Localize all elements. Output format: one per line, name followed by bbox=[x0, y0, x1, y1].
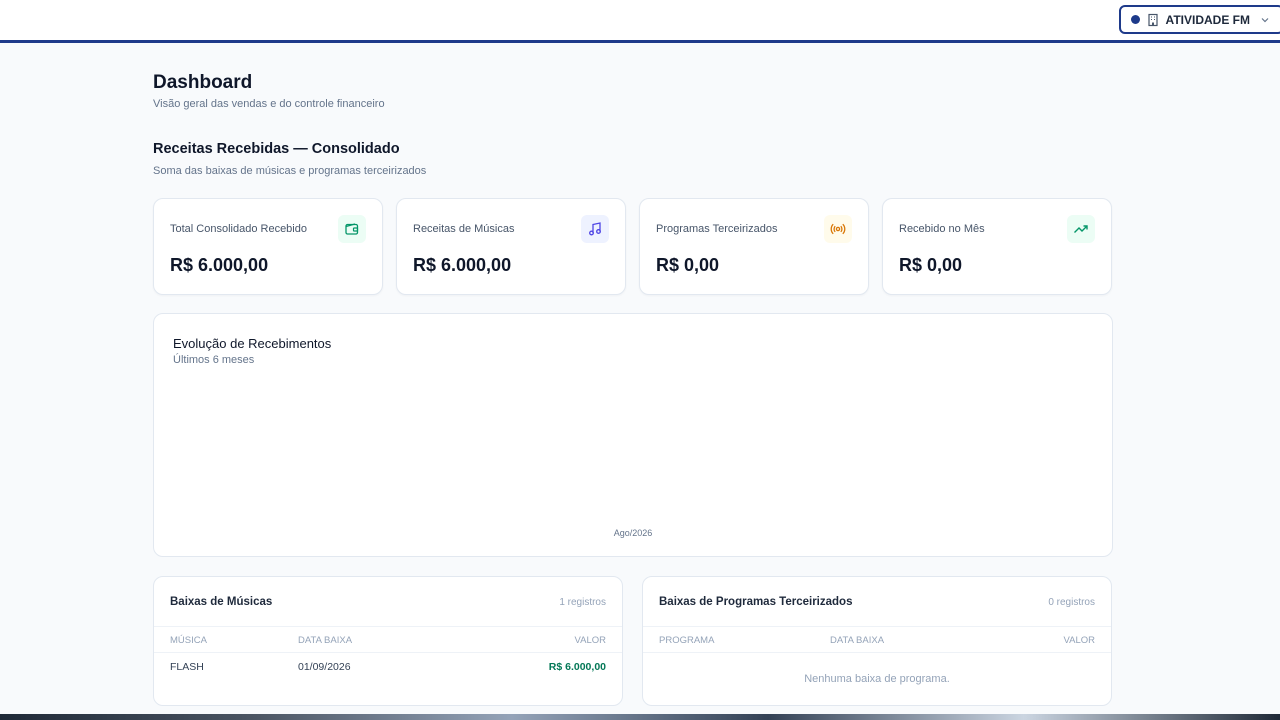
kpi-label: Receitas de Músicas bbox=[413, 223, 515, 235]
broadcast-icon bbox=[824, 215, 852, 243]
kpi-card-programs: Programas Terceirizados R$ 0,00 bbox=[639, 198, 869, 295]
status-dot-icon bbox=[1130, 15, 1140, 24]
kpi-value: R$ 0,00 bbox=[656, 255, 720, 275]
building-icon bbox=[1146, 13, 1160, 27]
empty-state: Nenhuma baixa de programa. bbox=[804, 673, 950, 685]
kpi-value: R$ 0,00 bbox=[899, 255, 963, 275]
record-count: 1 registros bbox=[559, 597, 606, 608]
station-selector[interactable]: ATIVIDADE FM bbox=[1118, 5, 1280, 34]
kpi-card-month: Recebido no Mês R$ 0,00 bbox=[882, 198, 1112, 295]
music-icon bbox=[581, 215, 609, 243]
cell-music: FLASH bbox=[170, 661, 204, 673]
kpi-label: Programas Terceirizados bbox=[656, 223, 778, 235]
top-bar: ATIVIDADE FM bbox=[0, 0, 1280, 43]
trending-up-icon bbox=[1067, 215, 1095, 243]
station-label: ATIVIDADE FM bbox=[1165, 12, 1250, 27]
column-header-value: VALOR bbox=[574, 635, 606, 646]
page-title: Dashboard bbox=[153, 72, 253, 93]
kpi-value: R$ 6.000,00 bbox=[170, 255, 269, 275]
x-tick-label: Ago/2026 bbox=[614, 528, 653, 538]
background-strip bbox=[0, 714, 1280, 720]
chart-subtitle: Últimos 6 meses bbox=[173, 354, 255, 366]
table-title: Baixas de Músicas bbox=[170, 596, 273, 608]
kpi-card-music: Receitas de Músicas R$ 6.000,00 bbox=[396, 198, 626, 295]
kpi-value: R$ 6.000,00 bbox=[413, 255, 512, 275]
section-subtitle: Soma das baixas de músicas e programas t… bbox=[153, 165, 427, 177]
column-header-date: DATA BAIXA bbox=[830, 635, 885, 646]
chevron-down-icon bbox=[1260, 15, 1270, 25]
table-header: Baixas de Programas Terceirizados 0 regi… bbox=[643, 577, 1111, 627]
section-title: Receitas Recebidas — Consolidado bbox=[153, 141, 400, 157]
table-title: Baixas de Programas Terceirizados bbox=[659, 596, 853, 608]
table-header: Baixas de Músicas 1 registros bbox=[154, 577, 622, 627]
column-headers: PROGRAMA DATA BAIXA VALOR bbox=[643, 627, 1111, 653]
kpi-card-total: Total Consolidado Recebido R$ 6.000,00 bbox=[153, 198, 383, 295]
cell-date: 01/09/2026 bbox=[298, 661, 351, 673]
column-header-program: PROGRAMA bbox=[659, 635, 715, 646]
music-table-card: Baixas de Músicas 1 registros MÚSICA DAT… bbox=[153, 576, 623, 706]
cell-value: R$ 6.000,00 bbox=[548, 661, 606, 673]
kpi-label: Recebido no Mês bbox=[899, 223, 985, 235]
column-header-value: VALOR bbox=[1063, 635, 1095, 646]
column-header-music: MÚSICA bbox=[170, 635, 207, 646]
record-count: 0 registros bbox=[1048, 597, 1095, 608]
wallet-icon bbox=[338, 215, 366, 243]
column-header-date: DATA BAIXA bbox=[298, 635, 353, 646]
receipts-chart: Ago/2026 bbox=[614, 528, 653, 538]
page-subtitle: Visão geral das vendas e do controle fin… bbox=[153, 98, 385, 110]
kpi-label: Total Consolidado Recebido bbox=[170, 223, 307, 235]
column-headers: MÚSICA DATA BAIXA VALOR bbox=[154, 627, 622, 653]
table-row[interactable]: FLASH 01/09/2026 R$ 6.000,00 bbox=[154, 653, 622, 681]
chart-title: Evolução de Recebimentos bbox=[173, 336, 332, 351]
program-table-card: Baixas de Programas Terceirizados 0 regi… bbox=[642, 576, 1112, 706]
chart-card: Evolução de Recebimentos Últimos 6 meses… bbox=[153, 313, 1113, 557]
